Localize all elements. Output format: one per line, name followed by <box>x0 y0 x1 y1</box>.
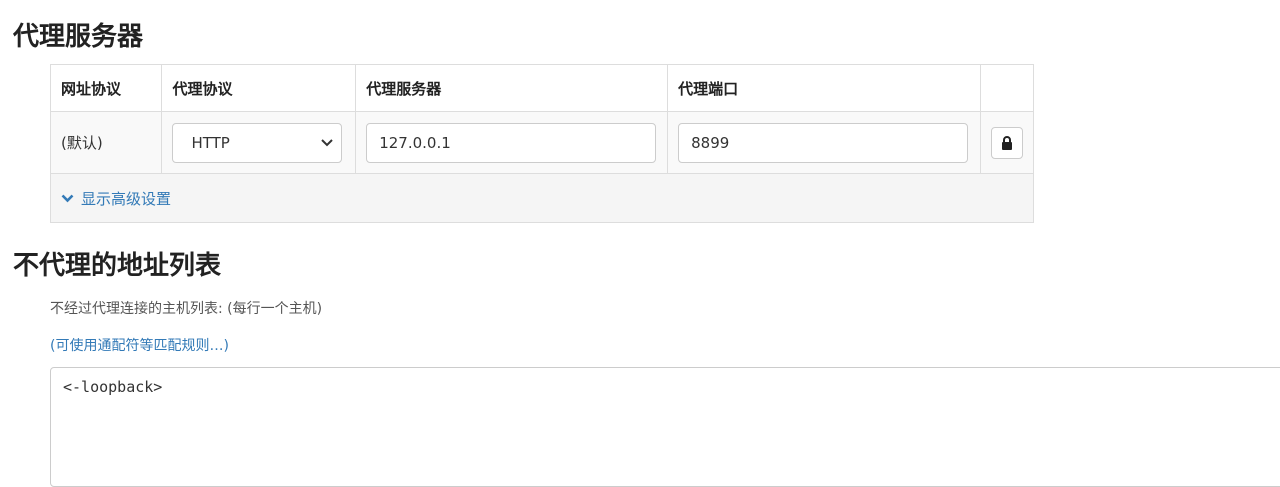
header-protocol: 代理协议 <box>161 64 357 112</box>
proxy-port-input[interactable]: 8899 <box>678 122 969 163</box>
server-cell: 127.0.0.1 <box>355 111 669 174</box>
protocol-select[interactable]: HTTP <box>172 122 343 163</box>
bypass-section-title: 不代理的地址列表 <box>13 251 222 281</box>
header-server: 代理服务器 <box>355 64 669 112</box>
wildcard-rules-help-link[interactable]: (可使用通配符等匹配规则…) <box>50 335 229 355</box>
header-port: 代理端口 <box>667 64 981 112</box>
lock-icon <box>1001 135 1012 150</box>
proxy-port-value: 8899 <box>691 133 730 152</box>
bypass-description: 不经过代理连接的主机列表: (每行一个主机) <box>50 301 323 317</box>
bypass-list-textarea[interactable]: <-loopback> <box>50 367 1280 487</box>
proxy-section-title: 代理服务器 <box>13 22 144 52</box>
show-advanced-settings-link[interactable]: 显示高级设置 <box>61 188 1023 209</box>
protocol-select-value: HTTP <box>191 133 230 152</box>
port-cell: 8899 <box>667 111 981 174</box>
lock-cell <box>979 111 1035 174</box>
protocol-cell: HTTP <box>161 111 357 174</box>
lock-button[interactable] <box>990 126 1023 159</box>
advanced-settings-row: 显示高级设置 <box>50 173 1034 223</box>
chevron-down-icon <box>61 194 74 202</box>
scheme-cell: (默认) <box>49 111 163 174</box>
table-row: (默认) HTTP 127.0.0.1 8899 <box>49 111 1035 174</box>
proxy-table-header-row: 网址协议 代理协议 代理服务器 代理端口 <box>49 64 1035 112</box>
proxy-server-value: 127.0.0.1 <box>379 133 451 152</box>
header-scheme: 网址协议 <box>49 64 163 112</box>
header-actions <box>979 64 1035 112</box>
advanced-settings-cell: 显示高级设置 <box>50 173 1034 223</box>
show-advanced-settings-label: 显示高级设置 <box>81 189 172 208</box>
proxy-table: 网址协议 代理协议 代理服务器 代理端口 (默认) HTTP 127.0.0.1… <box>49 64 1035 223</box>
chevron-down-icon <box>321 138 334 146</box>
proxy-server-input[interactable]: 127.0.0.1 <box>366 122 657 163</box>
